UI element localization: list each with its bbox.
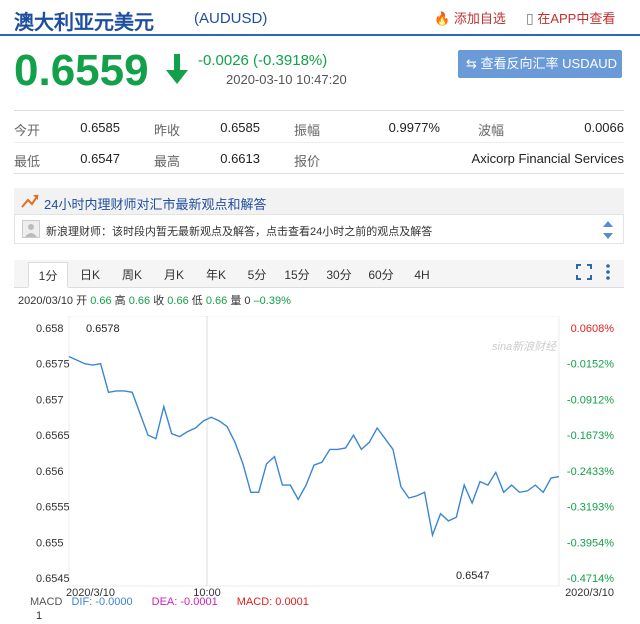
price-line: [68, 355, 560, 538]
down-arrow-icon: [166, 54, 188, 84]
low-value: 0.66: [205, 295, 228, 307]
tab-monthly[interactable]: 月K: [156, 262, 192, 288]
high-label: 高: [114, 295, 126, 307]
macd-tick: 1: [36, 610, 43, 622]
stat-label: 今开: [14, 123, 41, 138]
percent-tick-label: 0.0608%: [571, 323, 615, 335]
stat-label: 振幅: [294, 123, 321, 138]
page-title: 澳大利亚元美元: [14, 12, 154, 34]
tab-weekly[interactable]: 周K: [114, 262, 150, 288]
tab-daily[interactable]: 日K: [72, 262, 108, 288]
percent-tick-label: -0.0152%: [567, 359, 614, 371]
stat-value: 0.6613: [220, 151, 260, 166]
y-tick-label: 0.656: [36, 466, 64, 478]
tab-30min[interactable]: 30分: [322, 262, 356, 288]
stat-value: 0.9977%: [388, 120, 440, 135]
trend-up-icon: [21, 194, 39, 208]
stat-label: 最高: [154, 154, 181, 169]
volume-value: 0: [244, 295, 251, 307]
scroll-arrows-icon[interactable]: [602, 219, 614, 241]
ohlc-summary: 2020/03/10 开 0.66 高 0.66 收 0.66 低 0.66 量…: [18, 292, 291, 308]
y-axis: 0.658 0.6575 0.657 0.6565 0.656 0.6555 0.655 0.…: [36, 323, 70, 585]
tab-60min[interactable]: 60分: [364, 262, 398, 288]
percent-axis: 0.0608% -0.0152% -0.0912% -0.1673% -0.2433% -…: [567, 323, 614, 585]
fullscreen-icon[interactable]: [576, 264, 592, 280]
y-tick-label: 0.6575: [36, 359, 70, 371]
volume-label: 量: [230, 295, 242, 307]
low-label: 低: [191, 295, 203, 307]
y-tick-label: 0.658: [36, 323, 64, 335]
plot-frame: [68, 316, 560, 587]
view-in-app-label: 在APP中查看: [537, 11, 616, 26]
watermark: sina新浪财经: [492, 340, 557, 353]
percent-tick-label: -0.0912%: [567, 394, 614, 406]
tab-5min[interactable]: 5分: [240, 262, 274, 288]
view-in-app-button[interactable]: ▯ 在APP中查看: [526, 8, 615, 27]
y-tick-label: 0.6555: [36, 502, 70, 514]
phone-icon: ▯: [526, 10, 534, 26]
macd-name: MACD: [30, 596, 63, 608]
stat-label: 昨收: [154, 123, 181, 138]
tab-15min[interactable]: 15分: [280, 262, 314, 288]
quote-timestamp: 2020-03-10 10:47:20: [226, 72, 347, 87]
y-tick-label: 0.6545: [36, 573, 70, 585]
stat-value: 0.6585: [220, 120, 260, 135]
currency-code: (AUDUSD): [194, 10, 268, 27]
stat-value: 0.6547: [80, 151, 120, 166]
add-favorite-label: 添加自选: [453, 11, 506, 26]
open-label: 开: [76, 295, 88, 307]
macd-value: MACD: 0.0001: [236, 596, 309, 608]
advisor-avatar-icon: [22, 220, 40, 238]
stat-label: 最低: [14, 154, 41, 169]
change-percent: –0.39%: [253, 295, 291, 307]
close-label: 收: [153, 295, 165, 307]
y-tick-label: 0.655: [36, 537, 64, 549]
swap-icon: ⇆: [466, 56, 477, 71]
open-value: 0.66: [90, 295, 112, 307]
stat-label: 报价: [294, 154, 321, 169]
y-tick-label: 0.6565: [36, 430, 70, 442]
tab-4h[interactable]: 4H: [406, 262, 438, 288]
tab-1min[interactable]: 1分: [28, 262, 68, 288]
macd-dif: DIF: -0.0000: [71, 596, 133, 608]
reverse-rate-label: 查看反向汇率 USDAUD: [480, 56, 618, 71]
stat-value: 0.6585: [80, 120, 120, 135]
advisor-title[interactable]: 24小时内理财师对汇市最新观点和解答: [44, 194, 266, 213]
percent-tick-label: -0.2433%: [567, 466, 614, 478]
flame-icon: 🔥: [434, 11, 451, 26]
current-price: 0.6559: [14, 46, 149, 95]
y-tick-label: 0.657: [36, 394, 64, 406]
stat-value: Axicorp Financial Services: [471, 151, 624, 166]
percent-tick-label: -0.1673%: [567, 430, 614, 442]
percent-tick-label: -0.3954%: [567, 537, 614, 549]
min-price-label: 0.6547: [456, 570, 490, 582]
stat-label: 波幅: [478, 123, 505, 138]
percent-tick-label: -0.3193%: [567, 502, 614, 514]
macd-dea: DEA: -0.0001: [151, 596, 218, 608]
close-value: 0.66: [167, 295, 189, 307]
add-favorite-button[interactable]: 🔥 添加自选: [434, 8, 506, 27]
stat-value: 0.0066: [584, 120, 624, 135]
advisor-message[interactable]: 新浪理财师：该时段内暂无最新观点及解答，点击查看24小时之前的观点及解答: [46, 223, 432, 239]
price-chart[interactable]: sina新浪财经 0.6580.65750.6570.65650.6560.65…: [14, 316, 626, 598]
more-menu-icon[interactable]: [604, 263, 612, 281]
chart-grid: [68, 316, 560, 587]
macd-legend: MACD DIF: -0.0000 DEA: -0.0001 MACD: 0.0…: [30, 596, 309, 608]
tab-yearly[interactable]: 年K: [198, 262, 234, 288]
max-price-label: 0.6578: [86, 323, 120, 335]
percent-tick-label: -0.4714%: [567, 573, 614, 585]
ohlc-date: 2020/03/10: [18, 295, 74, 307]
x-tick-label: 2020/3/10: [565, 587, 614, 598]
high-value: 0.66: [128, 295, 151, 307]
price-change: -0.0026 (-0.3918%): [198, 52, 328, 69]
reverse-rate-button[interactable]: ⇆ 查看反向汇率 USDAUD: [458, 50, 622, 78]
